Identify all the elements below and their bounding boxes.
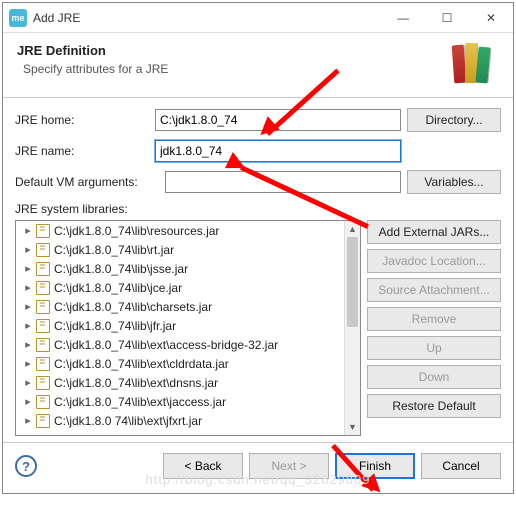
expand-icon[interactable]: ▸: [22, 338, 34, 351]
libraries-tree[interactable]: ▸ C:\jdk1.8.0_74\lib\resources.jar ▸ C:\jdk…: [15, 220, 361, 436]
jar-icon: [36, 357, 50, 371]
footer: ? < Back Next > Finish Cancel: [3, 442, 513, 493]
jar-icon: [36, 319, 50, 333]
back-button[interactable]: < Back: [163, 453, 243, 479]
jar-icon: [36, 224, 50, 238]
jar-icon: [36, 262, 50, 276]
tree-item-label: C:\jdk1.8.0_74\lib\ext\dnsns.jar: [54, 376, 218, 390]
jre-name-label: JRE name:: [15, 144, 155, 158]
dialog-window: me Add JRE — ☐ ✕ JRE Definition Specify …: [2, 2, 514, 494]
source-attachment-button[interactable]: Source Attachment...: [367, 278, 501, 302]
minimize-button[interactable]: —: [381, 3, 425, 33]
libraries-buttons: Add External JARs... Javadoc Location...…: [367, 220, 501, 436]
system-libraries-label: JRE system libraries:: [15, 202, 501, 216]
down-button[interactable]: Down: [367, 365, 501, 389]
window-title: Add JRE: [33, 11, 381, 25]
tree-item-label: C:\jdk1.8.0 74\lib\ext\jfxrt.jar: [54, 414, 202, 428]
tree-item[interactable]: ▸ C:\jdk1.8.0_74\lib\jce.jar: [16, 278, 344, 297]
tree-item-label: C:\jdk1.8.0_74\lib\jfr.jar: [54, 319, 176, 333]
expand-icon[interactable]: ▸: [22, 243, 34, 256]
page-title: JRE Definition: [17, 43, 449, 58]
jar-icon: [36, 300, 50, 314]
expand-icon[interactable]: ▸: [22, 376, 34, 389]
tree-item-label: C:\jdk1.8.0_74\lib\jsse.jar: [54, 262, 188, 276]
page-subtitle: Specify attributes for a JRE: [17, 62, 449, 76]
vm-args-label: Default VM arguments:: [15, 175, 165, 189]
header-icon: [449, 43, 499, 85]
next-button[interactable]: Next >: [249, 453, 329, 479]
restore-default-button[interactable]: Restore Default: [367, 394, 501, 418]
tree-scrollbar[interactable]: ▲ ▼: [344, 221, 360, 435]
jar-icon: [36, 414, 50, 428]
vm-args-input[interactable]: [165, 171, 401, 193]
directory-button[interactable]: Directory...: [407, 108, 501, 132]
scroll-up-icon[interactable]: ▲: [345, 221, 360, 237]
expand-icon[interactable]: ▸: [22, 262, 34, 275]
tree-item[interactable]: ▸ C:\jdk1.8.0_74\lib\ext\jaccess.jar: [16, 392, 344, 411]
scroll-down-icon[interactable]: ▼: [345, 419, 360, 435]
help-icon[interactable]: ?: [15, 455, 37, 477]
tree-item-label: C:\jdk1.8.0_74\lib\charsets.jar: [54, 300, 212, 314]
header: JRE Definition Specify attributes for a …: [3, 33, 513, 98]
remove-button[interactable]: Remove: [367, 307, 501, 331]
jar-icon: [36, 395, 50, 409]
scroll-thumb[interactable]: [347, 237, 358, 327]
jar-icon: [36, 338, 50, 352]
expand-icon[interactable]: ▸: [22, 395, 34, 408]
expand-icon[interactable]: ▸: [22, 281, 34, 294]
tree-item[interactable]: ▸ C:\jdk1.8.0_74\lib\jsse.jar: [16, 259, 344, 278]
tree-item[interactable]: ▸ C:\jdk1.8.0_74\lib\ext\dnsns.jar: [16, 373, 344, 392]
maximize-button[interactable]: ☐: [425, 3, 469, 33]
close-button[interactable]: ✕: [469, 3, 513, 33]
tree-item-label: C:\jdk1.8.0_74\lib\resources.jar: [54, 224, 219, 238]
up-button[interactable]: Up: [367, 336, 501, 360]
titlebar: me Add JRE — ☐ ✕: [3, 3, 513, 33]
tree-item-label: C:\jdk1.8.0_74\lib\ext\cldrdata.jar: [54, 357, 229, 371]
tree-item-label: C:\jdk1.8.0_74\lib\ext\jaccess.jar: [54, 395, 226, 409]
jar-icon: [36, 376, 50, 390]
jar-icon: [36, 243, 50, 257]
app-icon: me: [9, 9, 27, 27]
expand-icon[interactable]: ▸: [22, 357, 34, 370]
expand-icon[interactable]: ▸: [22, 319, 34, 332]
jre-home-input[interactable]: [155, 109, 401, 131]
tree-item[interactable]: ▸ C:\jdk1.8.0_74\lib\ext\cldrdata.jar: [16, 354, 344, 373]
add-external-jars-button[interactable]: Add External JARs...: [367, 220, 501, 244]
tree-item[interactable]: ▸ C:\jdk1.8.0_74\lib\resources.jar: [16, 221, 344, 240]
expand-icon[interactable]: ▸: [22, 300, 34, 313]
content-area: JRE home: Directory... JRE name: Default…: [3, 98, 513, 442]
expand-icon[interactable]: ▸: [22, 224, 34, 237]
cancel-button[interactable]: Cancel: [421, 453, 501, 479]
finish-button[interactable]: Finish: [335, 453, 415, 479]
jre-home-label: JRE home:: [15, 113, 155, 127]
tree-item-label: C:\jdk1.8.0_74\lib\jce.jar: [54, 281, 182, 295]
tree-item-label: C:\jdk1.8.0_74\lib\rt.jar: [54, 243, 174, 257]
tree-item[interactable]: ▸ C:\jdk1.8.0_74\lib\ext\access-bridge-32…: [16, 335, 344, 354]
tree-item[interactable]: ▸ C:\jdk1.8.0_74\lib\charsets.jar: [16, 297, 344, 316]
expand-icon[interactable]: ▸: [22, 414, 34, 427]
tree-item[interactable]: ▸ C:\jdk1.8.0 74\lib\ext\jfxrt.jar: [16, 411, 344, 430]
tree-item[interactable]: ▸ C:\jdk1.8.0_74\lib\rt.jar: [16, 240, 344, 259]
jre-name-input[interactable]: [155, 140, 401, 162]
jar-icon: [36, 281, 50, 295]
tree-item-label: C:\jdk1.8.0_74\lib\ext\access-bridge-32.…: [54, 338, 278, 352]
variables-button[interactable]: Variables...: [407, 170, 501, 194]
tree-item[interactable]: ▸ C:\jdk1.8.0_74\lib\jfr.jar: [16, 316, 344, 335]
javadoc-location-button[interactable]: Javadoc Location...: [367, 249, 501, 273]
